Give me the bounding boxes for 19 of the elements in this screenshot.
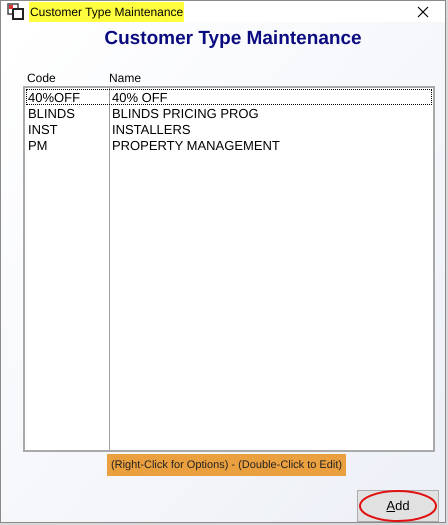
dialog-heading: Customer Type Maintenance [103,27,363,51]
code-cell-text: 40%OFF [27,90,82,104]
list-row[interactable]: BLINDS BLINDS PRICING PROG [26,104,432,120]
column-header: Code [26,70,57,86]
name-cell: BLINDS PRICING PROG [111,106,259,120]
list-row[interactable]: PM PROPERTY MANAGEMENT [26,136,432,152]
code-cell-text: INST [27,122,59,136]
code-cell-text: BLINDS [27,106,76,120]
list-box[interactable]: 40%OFF 40% OFF BLINDS BLINDS PRICING PROG INST INSTALLERS PM PROPERTY MANAGEMENT [23,86,435,452]
list-row[interactable]: 40%OFF 40% OFF [26,88,432,104]
list-row[interactable]: INST INSTALLERS [26,120,432,136]
name-cell: PROPERTY MANAGEMENT [111,138,280,152]
code-cell-text: PM [27,138,48,152]
column-header: Name [109,70,142,86]
window-title: Customer Type Maintenance [29,2,184,22]
name-cell: INSTALLERS [111,122,191,136]
name-cell: 40% OFF [111,90,168,104]
close-icon[interactable] [417,6,429,18]
hint-label: (Right-Click for Options) - (Double-Click to Edit) [107,454,346,476]
